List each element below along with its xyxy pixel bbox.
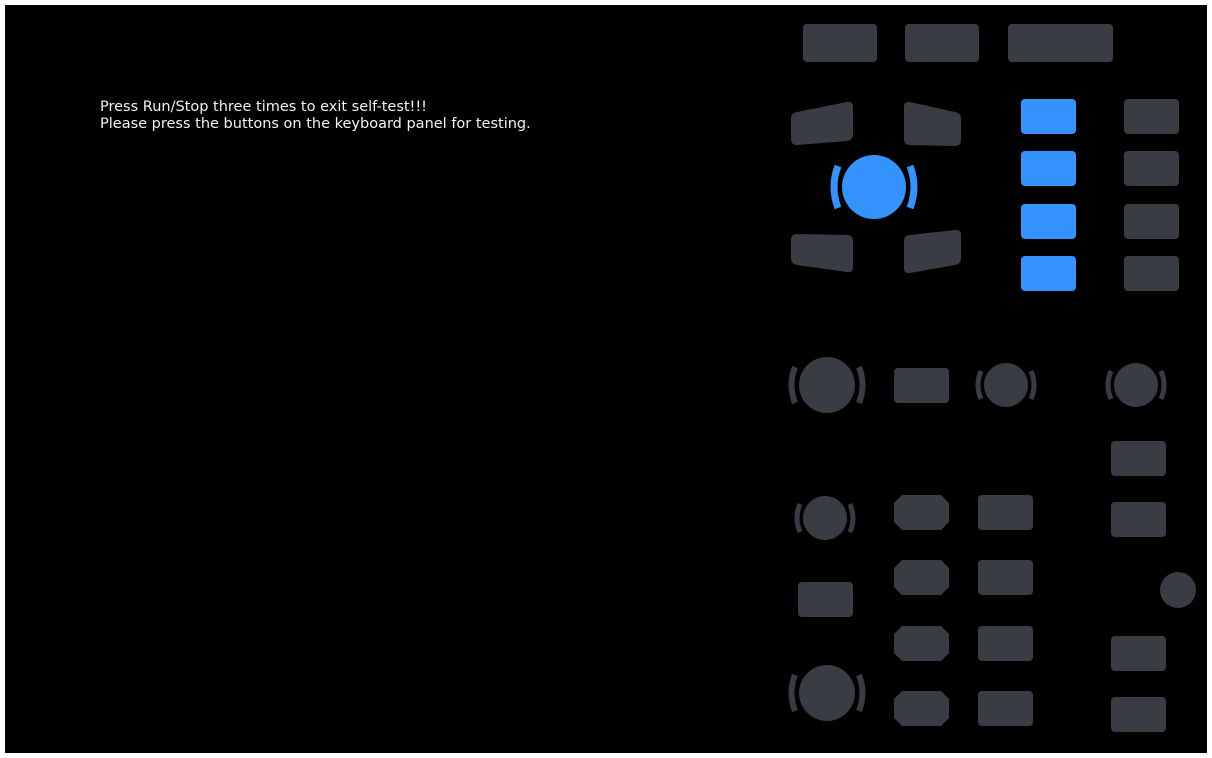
- top-key-1[interactable]: [803, 24, 877, 62]
- nav-key-down-right[interactable]: [904, 229, 961, 274]
- rotary-knob-icon: [984, 363, 1028, 407]
- middle-key[interactable]: [894, 368, 949, 403]
- knob-small-3[interactable]: [792, 494, 858, 542]
- square-key-4[interactable]: [978, 691, 1033, 726]
- column-a-key-3[interactable]: [1021, 204, 1076, 239]
- square-key-1[interactable]: [978, 495, 1033, 530]
- right-key-3[interactable]: [1111, 636, 1166, 671]
- nav-cluster: [785, 95, 965, 280]
- column-b-key-3[interactable]: [1124, 204, 1179, 239]
- column-b-key-1[interactable]: [1124, 99, 1179, 134]
- rotary-knob-icon: [1114, 363, 1158, 407]
- instructions: Press Run/Stop three times to exit self-…: [100, 99, 531, 133]
- nav-knob[interactable]: [830, 155, 918, 219]
- knob-small-1[interactable]: [973, 361, 1039, 409]
- right-key-1[interactable]: [1111, 441, 1166, 476]
- left-key[interactable]: [798, 582, 853, 617]
- nav-key-down-left[interactable]: [791, 234, 853, 273]
- knob-small-2[interactable]: [1103, 361, 1169, 409]
- octa-key-3[interactable]: [894, 626, 949, 661]
- rotary-knob-icon: [799, 357, 855, 413]
- nav-key-up-right[interactable]: [904, 101, 961, 146]
- round-button-icon[interactable]: [1160, 572, 1196, 608]
- octa-key-4[interactable]: [894, 691, 949, 726]
- top-key-2[interactable]: [905, 24, 979, 62]
- right-key-4[interactable]: [1111, 697, 1166, 732]
- instruction-line-2: Please press the buttons on the keyboard…: [100, 116, 531, 132]
- rotary-knob-icon: [799, 665, 855, 721]
- column-a-key-4[interactable]: [1021, 256, 1076, 291]
- column-b-key-2[interactable]: [1124, 151, 1179, 186]
- nav-key-up-left[interactable]: [791, 101, 853, 145]
- square-key-3[interactable]: [978, 626, 1033, 661]
- column-a-key-1[interactable]: [1021, 99, 1076, 134]
- square-key-2[interactable]: [978, 560, 1033, 595]
- octa-key-1[interactable]: [894, 495, 949, 530]
- knob-large-2[interactable]: [785, 663, 869, 723]
- top-key-3[interactable]: [1008, 24, 1113, 62]
- knob-large-1[interactable]: [785, 355, 869, 415]
- self-test-screen: Press Run/Stop three times to exit self-…: [5, 5, 1207, 753]
- instruction-line-1: Press Run/Stop three times to exit self-…: [100, 99, 427, 115]
- right-key-2[interactable]: [1111, 502, 1166, 537]
- column-a-key-2[interactable]: [1021, 151, 1076, 186]
- column-b-key-4[interactable]: [1124, 256, 1179, 291]
- octa-key-2[interactable]: [894, 560, 949, 595]
- rotary-knob-icon: [803, 496, 847, 540]
